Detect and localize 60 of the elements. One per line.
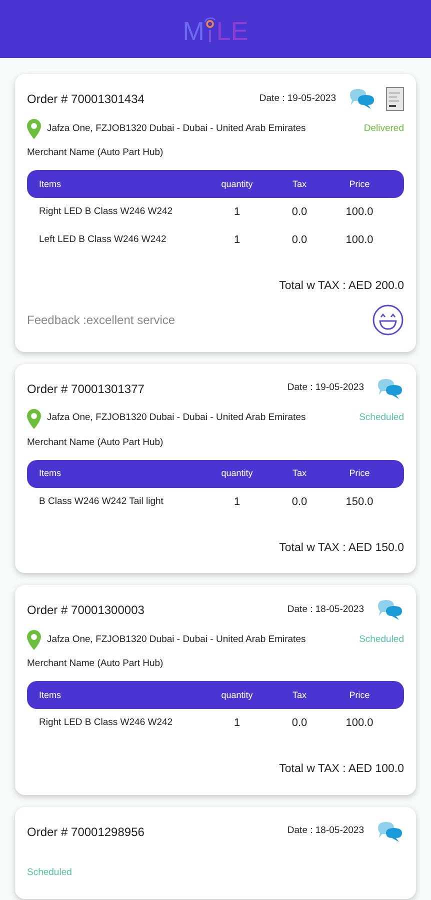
table-cell-text: 1	[232, 233, 242, 248]
order-number: Order # 70001300003	[27, 602, 146, 619]
column-header: Tax	[291, 688, 308, 702]
column-header: Items	[39, 178, 62, 190]
column-header: quantity	[220, 467, 254, 480]
order-status: Delivered	[364, 122, 404, 136]
column-header: quantity	[220, 178, 254, 191]
order-date: Date : 18-05-2023	[287, 602, 364, 617]
chat-bubbles-icon[interactable]	[376, 598, 404, 622]
table-cell-text: 0.0	[290, 205, 308, 220]
location-pin-icon	[27, 119, 41, 139]
table-cell-text: 1	[232, 205, 242, 220]
merchant-name: Merchant Name (Auto Part Hub)	[27, 146, 164, 160]
order-number: Order # 70001301377	[27, 380, 146, 398]
chat-bubbles-icon[interactable]	[376, 376, 404, 400]
column-header: Items	[39, 467, 62, 480]
table-cell-text: 0.0	[290, 716, 308, 731]
location-pin-icon	[27, 630, 41, 650]
column-header: Items	[39, 688, 62, 702]
table-cell-text: Right LED B Class W246 W242	[39, 716, 174, 730]
feedback-text: Feedback :excellent service	[27, 312, 176, 328]
table-cell-text: 100.0	[344, 233, 374, 248]
receipt-icon[interactable]	[386, 87, 404, 111]
chat-bubbles-icon[interactable]	[376, 820, 404, 844]
merchant-name: Merchant Name (Auto Part Hub)	[27, 657, 164, 671]
column-header: Price	[348, 178, 371, 190]
order-status: Scheduled	[27, 866, 72, 878]
table-cell-text: Left LED B Class W246 W242	[39, 233, 168, 248]
table-cell-text: B Class W246 W242 Tail light	[39, 494, 164, 509]
table-cell-text: 150.0	[344, 494, 374, 510]
order-status: Scheduled	[359, 411, 404, 426]
column-header: Price	[348, 467, 371, 480]
total-text: Total w TAX : AED 200.0	[279, 279, 404, 294]
order-status: Scheduled	[359, 632, 404, 647]
address-text: Jafza One, FZJOB1320 Dubai - Dubai - United Arab Emirates	[47, 122, 307, 136]
table-cell-text: 1	[232, 716, 242, 731]
order-number: Order # 70001301434	[27, 91, 146, 108]
total-text: Total w TAX : AED 150.0	[279, 540, 404, 556]
table-cell-text: Right LED B Class W246 W242	[39, 205, 174, 220]
column-header: Tax	[291, 467, 308, 480]
order-date: Date : 19-05-2023	[259, 92, 336, 106]
column-header: Price	[348, 688, 371, 702]
column-header: Tax	[291, 178, 308, 190]
order-date: Date : 19-05-2023	[287, 381, 364, 396]
table-cell-text: 100.0	[344, 205, 374, 220]
address-text: Jafza One, FZJOB1320 Dubai - Dubai - United Arab Emirates	[47, 411, 307, 426]
location-pin-icon	[27, 408, 41, 428]
chat-bubbles-icon[interactable]	[348, 87, 376, 111]
logo-text: LE	[216, 18, 248, 44]
merchant-name: Merchant Name (Auto Part Hub)	[27, 436, 164, 450]
order-number: Order # 70001298956	[27, 824, 146, 840]
smiley-face-icon	[372, 304, 404, 336]
column-header: quantity	[220, 688, 254, 702]
total-text: Total w TAX : AED 100.0	[279, 762, 404, 778]
order-date: Date : 18-05-2023	[287, 824, 364, 838]
table-cell-text: 0.0	[290, 233, 308, 248]
address-text: Jafza One, FZJOB1320 Dubai - Dubai - United Arab Emirates	[47, 632, 307, 647]
table-cell-text: 100.0	[344, 716, 374, 731]
table-cell-text: 0.0	[290, 494, 308, 510]
table-cell-text: 1	[232, 494, 242, 510]
